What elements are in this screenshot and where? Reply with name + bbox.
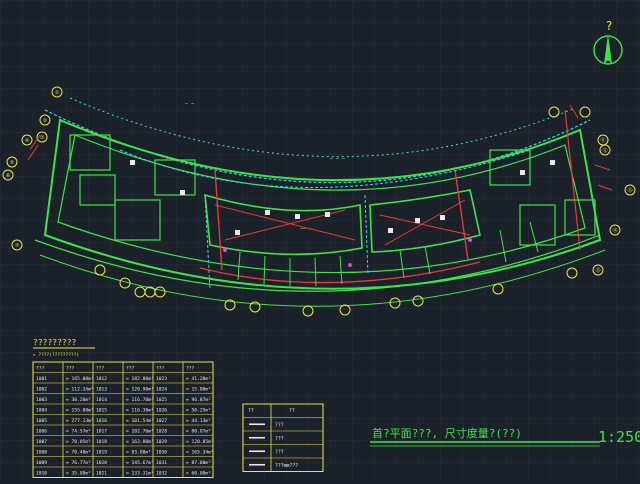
north-arrow-label: ?: [605, 19, 612, 33]
area-table-cell: ≈ 35.80m²: [66, 471, 91, 477]
area-table-cell: 1031: [156, 460, 167, 466]
legend-table-header: ??: [248, 408, 254, 414]
area-table-cell: 1012: [96, 376, 107, 382]
area-table-header: ???: [36, 366, 45, 372]
area-table-cell: ≈ 112.34m²: [66, 387, 94, 393]
area-table-cell: 1015: [96, 408, 107, 414]
area-table-cell: ≈ 133.31m²: [126, 471, 154, 477]
area-table-cell: 1029: [156, 439, 167, 445]
area-table-cell: 1030: [156, 450, 167, 456]
area-table-cell: ≈ 101.54m²: [126, 418, 154, 424]
area-table-subtitle: ▸ ????(?????????): [33, 352, 79, 358]
area-table-cell: ≈ 182.70m²: [126, 429, 154, 435]
area-table-cell: 1027: [156, 418, 167, 424]
area-table-cell: 1002: [36, 387, 47, 393]
area-table-cell: ≈ 74.57m²: [66, 429, 91, 435]
cad-viewport[interactable]: ? — — — — — —— ① ② ③ ④ ⑤ ⑥ ⑦ ⑪ ⑫ ⑬ ⑭ ⑮ ?…: [0, 0, 640, 480]
area-table-cell: ≈ 120.85m²: [186, 439, 214, 445]
area-table-cell: 1004: [36, 408, 47, 414]
area-table-cell: 1001: [36, 376, 47, 382]
legend-table-header: ??: [289, 408, 295, 414]
area-table-cell: 1019: [96, 450, 107, 456]
area-table-cell: 1032: [156, 471, 167, 477]
area-table-cell: 1013: [96, 387, 107, 393]
legend-label: ???: [275, 422, 284, 428]
area-table-cell: ≈ 165.00m²: [66, 376, 94, 382]
svg-text:— —: — —: [185, 101, 195, 107]
area-table-header: ???: [96, 366, 105, 372]
area-table-cell: ≈ 145.67m²: [126, 460, 154, 466]
area-table-cell: 1003: [36, 397, 47, 403]
area-table-cell: 1021: [96, 471, 107, 477]
svg-text:④: ④: [25, 138, 30, 144]
area-table-cell: ≈ 165.34m²: [186, 450, 214, 456]
area-table-cell: 1009: [36, 460, 47, 466]
svg-text:⑮: ⑮: [595, 267, 600, 274]
area-table-title: ?????????: [33, 338, 77, 347]
area-table-cell: ≈ 60.00m²: [186, 471, 211, 477]
area-table-cell: 1028: [156, 429, 167, 435]
area-table-cell: ≈ 277.13m²: [66, 418, 94, 424]
area-table-cell: ≈ 120.90m²: [126, 387, 154, 393]
area-table-cell: ≈ 80.87m²: [186, 429, 211, 435]
svg-text:⑪: ⑪: [600, 137, 605, 144]
area-table-cell: 1014: [96, 397, 107, 403]
area-table-cell: ≈ 96.87m²: [186, 397, 211, 403]
area-table-cell: 1010: [36, 471, 47, 477]
svg-text:——: ——: [300, 226, 307, 232]
drawing-title: 首?平面???, 尺寸度量?(??): [372, 426, 522, 440]
area-table-cell: ≈ 155.00m²: [66, 408, 94, 414]
svg-text:②: ②: [43, 118, 48, 124]
svg-text:⑦: ⑦: [15, 243, 20, 249]
area-table-cell: ≈ 76.77m²: [66, 460, 91, 466]
area-table-header: ???: [126, 366, 135, 372]
area-table-header: ???: [66, 366, 75, 372]
cad-drawing-canvas[interactable]: ? — — — — — —— ①②③④⑤⑥⑦⑪⑫⑬⑭⑮ ????????? ▸ …: [0, 0, 640, 480]
svg-text:⑫: ⑫: [602, 147, 607, 154]
area-table-cell: 1017: [96, 429, 107, 435]
area-table-cell: 1023: [156, 376, 167, 382]
area-table-cell: ≈ 116.30m²: [126, 408, 154, 414]
legend-label: ???: [275, 436, 284, 442]
svg-text:⑬: ⑬: [627, 187, 632, 194]
area-table-cell: 1024: [156, 387, 167, 393]
svg-text:①: ①: [55, 90, 60, 96]
area-table-header: ???: [156, 366, 165, 372]
area-table-cell: ≈ 182.00m²: [126, 376, 154, 382]
area-table-cell: 1016: [96, 418, 107, 424]
area-table-cell: ≈ 70.05m²: [66, 439, 91, 445]
area-table-cell: 1018: [96, 439, 107, 445]
svg-text:⑥: ⑥: [6, 173, 11, 179]
area-table-cell: ≈ 116.70m²: [126, 397, 154, 403]
area-table-cell: ≈ 50.25m²: [186, 408, 211, 414]
svg-text:⑭: ⑭: [612, 227, 617, 234]
drawing-scale: 1:250: [598, 428, 640, 446]
area-table-cell: 1006: [36, 429, 47, 435]
area-table-cell: 1005: [36, 418, 47, 424]
area-table-cell: ≈ 44.13m²: [186, 418, 211, 424]
svg-text:③: ③: [40, 135, 45, 141]
area-table-cell: 1007: [36, 439, 47, 445]
area-table-cell: ≈ 87.00m²: [186, 460, 211, 466]
area-table-cell: ≈ 163.00m²: [126, 439, 154, 445]
legend-label: ???mm???: [275, 463, 298, 469]
svg-text:⑤: ⑤: [10, 160, 15, 166]
area-table-header: ???: [186, 366, 195, 372]
area-table-cell: ≈ 30.20m²: [66, 397, 91, 403]
area-table-cell: ≈ 70.40m²: [66, 450, 91, 456]
area-table-cell: 1025: [156, 397, 167, 403]
area-table-cell: ≈ 15.00m²: [186, 387, 211, 393]
area-table-cell: 1026: [156, 408, 167, 414]
area-table-cell: ≈ 83.80m²: [126, 450, 151, 456]
area-table-cell: 1008: [36, 450, 47, 456]
svg-text:— — —: — — —: [330, 156, 346, 162]
area-table-cell: ≈ 41.20m²: [186, 376, 211, 382]
legend-label: ???: [275, 449, 284, 455]
area-table-cell: 1020: [96, 460, 107, 466]
